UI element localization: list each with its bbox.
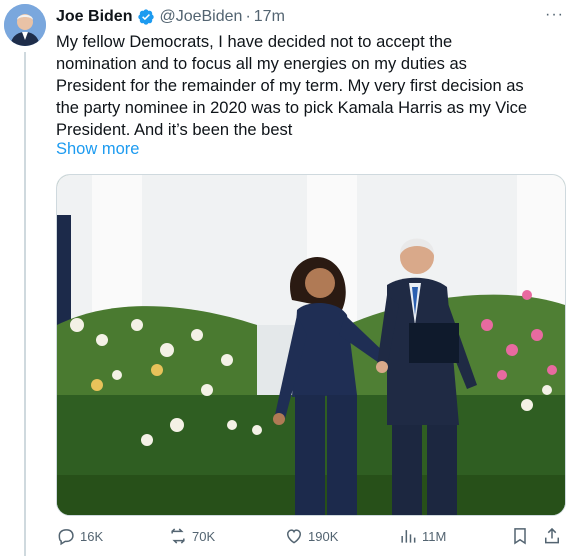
more-options-icon[interactable]: ··· <box>545 6 564 24</box>
tweet-photo[interactable] <box>56 174 566 516</box>
tweet-header: Joe Biden @JoeBiden · 17m ··· <box>56 6 564 28</box>
tweet-text-line: nomination and to focus all my energies … <box>56 55 467 73</box>
timestamp[interactable]: 17m <box>254 8 285 26</box>
photo-image <box>57 175 565 515</box>
share-button[interactable] <box>542 526 566 546</box>
views-count: 11M <box>422 528 447 544</box>
like-count: 190K <box>308 528 339 544</box>
tweet-text-line: President for the remainder of my term. … <box>56 77 524 95</box>
repost-icon <box>171 528 185 544</box>
show-more-link[interactable]: Show more <box>56 140 139 159</box>
reply-count: 16K <box>80 528 104 544</box>
author-name[interactable]: Joe Biden <box>56 8 132 26</box>
avatar[interactable] <box>4 4 46 46</box>
tweet-text-line: President. And it’s been the best <box>56 121 293 139</box>
views-button[interactable]: 11M <box>398 526 446 546</box>
repost-count: 70K <box>192 528 216 544</box>
tweet-text: My fellow Democrats, I have decided not … <box>56 31 556 141</box>
tweet-text-line: the party nominee in 2020 was to pick Ka… <box>56 99 528 117</box>
separator-dot: · <box>245 8 251 25</box>
share-icon <box>545 527 559 544</box>
action-bar: 16K 70K 190K 11M <box>56 526 564 550</box>
heart-icon <box>286 529 302 544</box>
avatar-image <box>4 4 46 46</box>
views-icon <box>401 530 416 543</box>
thread-line <box>24 52 26 556</box>
reply-icon <box>58 529 74 546</box>
like-button[interactable]: 190K <box>284 526 338 546</box>
reply-button[interactable]: 16K <box>56 526 103 546</box>
bookmark-button[interactable] <box>510 526 534 546</box>
bookmark-icon <box>514 528 526 545</box>
verified-badge-icon <box>137 8 155 26</box>
tweet-text-line: My fellow Democrats, I have decided not … <box>56 33 453 51</box>
repost-button[interactable]: 70K <box>168 526 215 546</box>
author-handle[interactable]: @JoeBiden <box>159 8 242 26</box>
